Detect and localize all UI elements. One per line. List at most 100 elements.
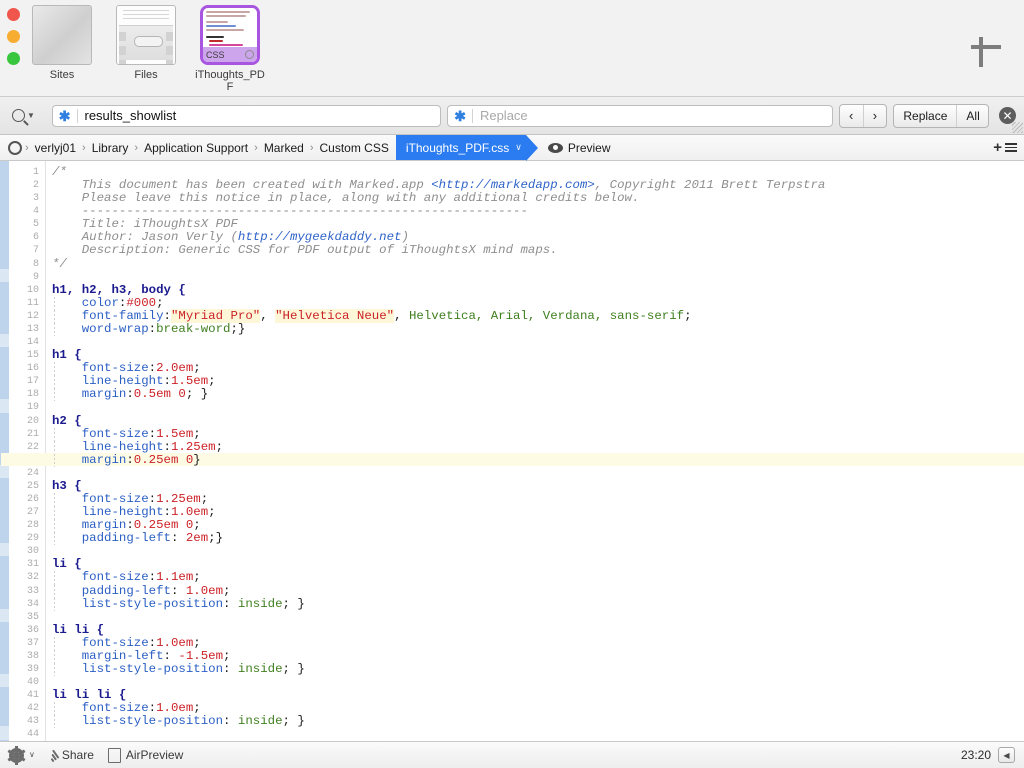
code-line[interactable]: li li { [52,623,104,637]
code-line[interactable]: h2 { [52,414,82,428]
code-editor[interactable]: 1234567891011121314151617181920212223242… [0,161,1024,741]
chevron-down-icon: ▼ [27,110,35,120]
code-line[interactable]: line-height:1.5em; [52,375,216,388]
airpreview-button[interactable]: AirPreview [107,747,183,763]
code-line[interactable]: ----------------------------------------… [52,205,528,218]
new-document-button[interactable] [966,27,1006,67]
code-line[interactable]: h1, h2, h3, body { [52,283,186,297]
disk-icon [8,140,22,155]
chevron-down-icon: ∨ [29,750,35,759]
line-number: 26 [26,494,39,505]
collapse-panel-button[interactable]: ◀ [998,747,1015,763]
code-line[interactable]: li li li { [52,689,126,702]
thumbnail-files[interactable]: Files [110,5,182,81]
preview-toggle[interactable]: Preview [547,135,611,160]
replace-buttons: Replace All [893,103,990,128]
find-next-button[interactable]: › [862,104,887,127]
code-line[interactable]: font-size:2.0em; [52,362,201,375]
thumbnail-badge-css: CSS [206,49,225,60]
code-line[interactable]: padding-left: 1.0em; [52,584,231,598]
code-line[interactable]: font-size:1.1em; [52,571,201,584]
line-number: 29 [26,533,39,545]
breadcrumb-item-marked[interactable]: Marked [259,141,309,155]
code-line[interactable]: font-size:1.5em; [52,427,201,441]
line-number: 32 [26,572,39,584]
breadcrumb-item-verlyj01[interactable]: verlyj01 [30,141,81,155]
thumbnail-list: Sites Files CSS iThoughts_PDF [26,0,266,93]
code-line[interactable]: margin:0.25em 0; [52,519,201,532]
code-line[interactable]: line-height:1.25em; [52,440,223,454]
breadcrumb-item-application-support[interactable]: Application Support [139,141,253,155]
code-line[interactable]: Title: iThoughtsX PDF [52,218,238,231]
replace-input[interactable]: ✱ Replace [447,104,833,127]
code-line[interactable]: Please leave this notice in place, along… [52,192,640,205]
code-line[interactable]: h1 { [52,349,82,362]
line-number: 13 [26,323,39,335]
indent-guide [54,322,55,337]
code-line[interactable]: line-height:1.0em; [52,506,216,519]
code-line[interactable]: font-size:1.25em; [52,493,208,506]
replace-input-placeholder: Replace [479,108,528,123]
line-number: 17 [26,376,39,388]
replace-all-button[interactable]: All [956,104,988,127]
line-number: 25 [26,480,39,492]
replace-button[interactable]: Replace [894,105,956,127]
share-icon [46,748,60,762]
code-line[interactable]: font-size:1.0em; [52,636,201,650]
code-line[interactable]: color:#000; [52,296,164,310]
code-line[interactable]: li { [52,558,82,571]
code-line[interactable]: list-style-position: inside; } [52,597,305,611]
code-line[interactable]: font-family:"Myriad Pro", "Helvetica Neu… [52,308,692,323]
code-line[interactable]: padding-left: 2em;} [52,532,223,545]
share-button[interactable]: Share [49,748,94,762]
line-number: 12 [26,310,39,322]
code-line[interactable]: Author: Jason Verly (http://mygeekdaddy.… [52,231,409,244]
thumbnail-ithoughts-pdf[interactable]: CSS iThoughts_PDF [194,5,266,93]
settings-menu-button[interactable]: ∨ [7,745,35,765]
line-number: 28 [26,520,39,532]
code-line[interactable]: h3 { [52,479,82,493]
search-icon[interactable]: ▼ [8,109,46,122]
code-line[interactable]: This document has been created with Mark… [52,179,826,192]
close-window-button[interactable] [6,8,20,21]
code-line[interactable]: margin-left: -1.5em; [52,649,231,663]
current-file-label: iThoughts_PDF.css [405,140,510,155]
thumbnail-sites[interactable]: Sites [26,5,98,81]
code-line[interactable]: list-style-position: inside; } [52,663,305,676]
add-icon[interactable]: + [993,140,1002,155]
line-number: 40 [26,677,39,689]
minimize-window-button[interactable] [6,30,20,43]
code-line[interactable]: margin:0.25em 0} [52,453,201,467]
zoom-window-button[interactable] [6,52,20,65]
line-number: 44 [26,729,39,741]
line-number: 42 [26,703,39,715]
code-content[interactable]: /* This document has been created with M… [1,161,1024,741]
indent-guide [54,453,55,467]
line-number: 11 [26,297,39,309]
breadcrumb-items: › verlyj01 › Library › Application Suppo… [0,135,394,160]
line-number: 21 [26,428,39,440]
code-line[interactable]: margin:0.5em 0; } [52,388,208,401]
code-line[interactable]: */ [52,257,67,271]
list-menu-icon[interactable] [1005,142,1017,153]
line-number: 1 [32,167,39,178]
line-number: 20 [26,415,39,427]
resize-grip[interactable] [1012,122,1023,133]
line-number: 38 [26,650,39,662]
code-line[interactable]: list-style-position: inside; } [52,715,305,728]
find-previous-button[interactable]: ‹ [840,105,863,127]
line-number: 5 [32,219,39,231]
thumbnail-status-circle-icon [245,50,254,59]
code-line[interactable]: Description: Generic CSS for PDF output … [52,244,558,257]
search-input[interactable]: ✱ results_showlist [51,104,442,127]
breadcrumb-item-library[interactable]: Library [87,141,134,155]
line-number: 2 [32,180,39,192]
code-line[interactable]: /* [52,166,67,179]
breadcrumb-item-custom-css[interactable]: Custom CSS [315,141,394,155]
code-fold-strip[interactable] [0,161,9,741]
code-line[interactable]: font-size:1.0em; [52,702,201,715]
line-number: 3 [32,193,39,205]
code-line[interactable]: word-wrap:break-word;} [52,322,246,336]
breadcrumb-item-current-file[interactable]: iThoughts_PDF.css ∨ [395,135,538,161]
search-input-value: results_showlist [84,108,177,123]
